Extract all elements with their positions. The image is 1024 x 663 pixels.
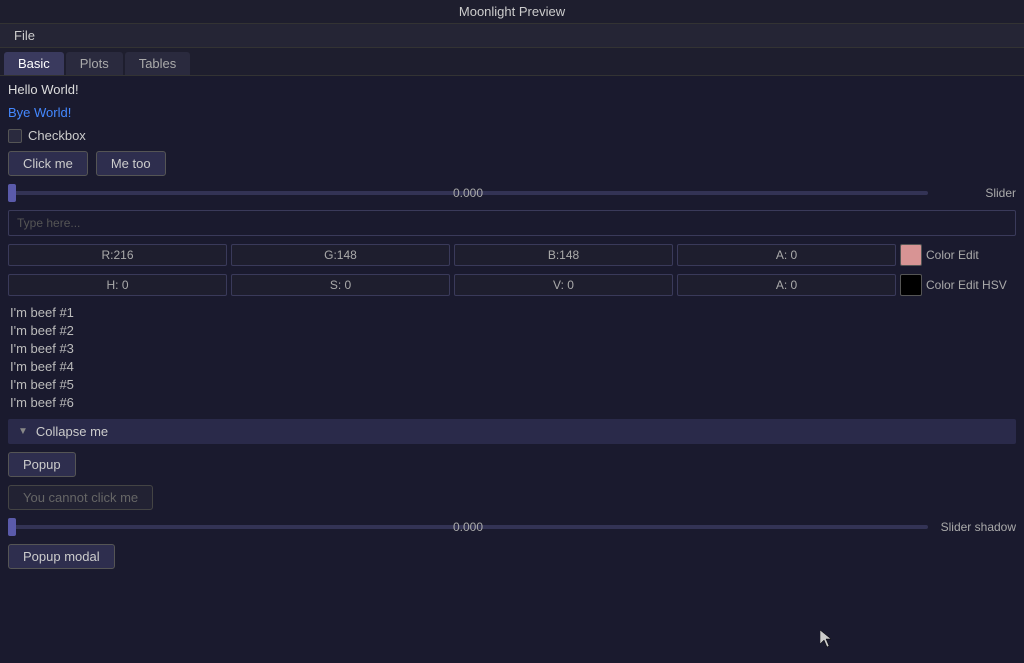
collapse-arrow-icon: ▼ xyxy=(18,426,28,437)
list-item: I'm beef #3 xyxy=(8,340,1016,357)
collapse-header[interactable]: ▼ Collapse me xyxy=(8,419,1016,444)
slider1-row: 0.000 Slider xyxy=(8,184,1016,202)
checkbox-label: Checkbox xyxy=(28,128,86,143)
color-edit-swatch[interactable] xyxy=(900,244,922,266)
list-item: I'm beef #5 xyxy=(8,376,1016,393)
color-r-field[interactable]: R:216 xyxy=(8,244,227,266)
me-too-button[interactable]: Me too xyxy=(96,151,166,176)
slider1-container[interactable]: 0.000 xyxy=(8,184,928,202)
popup-button[interactable]: Popup xyxy=(8,452,76,477)
color-s-field[interactable]: S: 0 xyxy=(231,274,450,296)
color-a2-field[interactable]: A: 0 xyxy=(677,274,896,296)
color-edit-rgb-row: R:216 G:148 B:148 A: 0 Color Edit xyxy=(8,244,1016,266)
list-item: I'm beef #2 xyxy=(8,322,1016,339)
collapse-label: Collapse me xyxy=(36,424,108,439)
disabled-button: You cannot click me xyxy=(8,485,153,510)
slider1-thumb[interactable] xyxy=(8,184,16,202)
menu-file[interactable]: File xyxy=(8,26,41,45)
color-b-field[interactable]: B:148 xyxy=(454,244,673,266)
bye-world-text[interactable]: Bye World! xyxy=(8,105,1016,120)
list-item: I'm beef #1 xyxy=(8,304,1016,321)
color-g-field[interactable]: G:148 xyxy=(231,244,450,266)
beef-list: I'm beef #1 I'm beef #2 I'm beef #3 I'm … xyxy=(8,304,1016,411)
checkbox-input[interactable] xyxy=(8,129,22,143)
color-edit-hsv-label: Color Edit HSV xyxy=(926,278,1016,292)
tab-bar: Basic Plots Tables xyxy=(0,48,1024,76)
app-title: Moonlight Preview xyxy=(459,4,565,19)
color-h-field[interactable]: H: 0 xyxy=(8,274,227,296)
slider2-container[interactable]: 0.000 xyxy=(8,518,928,536)
slider2-label: Slider shadow xyxy=(936,520,1016,534)
color-a-field[interactable]: A: 0 xyxy=(677,244,896,266)
hello-world-text: Hello World! xyxy=(8,82,1016,97)
disabled-button-row: You cannot click me xyxy=(8,485,1016,510)
color-v-field[interactable]: V: 0 xyxy=(454,274,673,296)
popup-modal-button[interactable]: Popup modal xyxy=(8,544,115,569)
checkbox-row: Checkbox xyxy=(8,128,1016,143)
popup-row: Popup xyxy=(8,452,1016,477)
slider2-row: 0.000 Slider shadow xyxy=(8,518,1016,536)
click-me-button[interactable]: Click me xyxy=(8,151,88,176)
text-input-row xyxy=(8,210,1016,236)
color-edit-label: Color Edit xyxy=(926,248,1016,262)
cursor-icon xyxy=(820,630,832,648)
slider2-thumb[interactable] xyxy=(8,518,16,536)
list-item: I'm beef #4 xyxy=(8,358,1016,375)
slider2-value: 0.000 xyxy=(438,520,498,534)
popup-modal-row: Popup modal xyxy=(8,544,1016,569)
list-item: I'm beef #6 xyxy=(8,394,1016,411)
tab-tables[interactable]: Tables xyxy=(125,52,191,75)
menu-bar: File xyxy=(0,24,1024,48)
color-edit-hsv-row: H: 0 S: 0 V: 0 A: 0 Color Edit HSV xyxy=(8,274,1016,296)
slider1-label: Slider xyxy=(936,186,1016,200)
tab-basic[interactable]: Basic xyxy=(4,52,64,75)
slider1-value: 0.000 xyxy=(438,186,498,200)
content-area: Hello World! Bye World! Checkbox Click m… xyxy=(0,76,1024,577)
title-bar: Moonlight Preview xyxy=(0,0,1024,24)
tab-plots[interactable]: Plots xyxy=(66,52,123,75)
text-input-field[interactable] xyxy=(8,210,1016,236)
button-row: Click me Me too xyxy=(8,151,1016,176)
color-edit-hsv-swatch[interactable] xyxy=(900,274,922,296)
